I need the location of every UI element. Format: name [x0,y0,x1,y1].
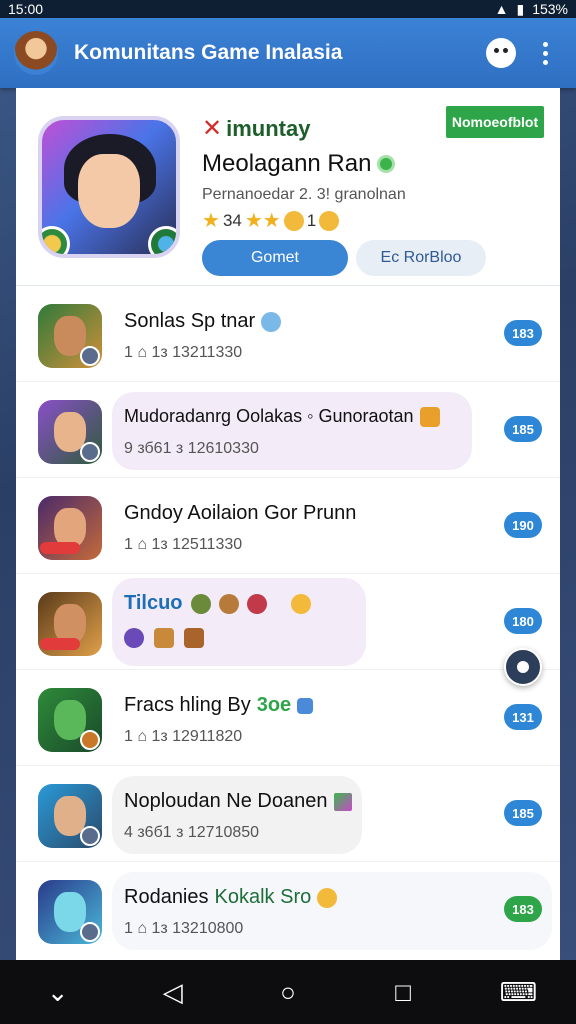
profile-stat-value: 34 [222,210,242,230]
item-title: Rodanies Kokalk Sro [124,886,338,909]
gem-icon [246,593,267,614]
group-avatar [38,304,102,368]
status-icons: ▲ ▮ 153% [495,1,568,18]
gift-icon [419,406,440,427]
badge-icon [80,922,100,942]
list-item[interactable]: Tilcuo 180 [16,574,560,670]
profile-tag-label: imuntay [226,115,311,141]
system-nav-bar: ⌄ ◁ ○ □ ⌨ [0,960,576,1024]
item-meta: 4 з6б1 з 12710850 [124,824,260,841]
profile-name: Meolagann Ran [202,150,396,178]
item-meta: 1 ⌂ 1з 13210800 [124,920,244,937]
item-meta: 1 ⌂ 1з 12511330 [124,536,243,553]
app-avatar[interactable] [14,31,58,75]
badge-icon [80,346,100,366]
battery-level: 153% [532,1,568,17]
badge-icon [80,730,100,750]
list-item[interactable]: Noploudan Ne Doanen 4 з6б1 з 12710850 18… [16,766,560,862]
unread-badge: 180 [504,608,542,634]
more-menu-button[interactable] [528,36,562,70]
item-meta: 9 зб61 з 12610330 [124,440,259,457]
unread-badge: 185 [504,800,542,826]
ghost-button[interactable] [484,36,518,70]
profile-action-button[interactable]: Nomoeofblot [446,106,544,138]
item-title: Tilcuo [124,592,311,615]
app-bar: Komunitans Game Inalasia [0,18,576,88]
list-item[interactable]: Sonlas Sp tnar 1 ⌂ 1з 13211330 183 [16,286,560,382]
profile-stats: ★ 34 ★★ 1 [202,208,340,233]
wrench-icon [261,311,282,332]
profile-tag: ✕ imuntay [202,114,310,143]
item-title: Mudoradanrg Oolakas ◦ Gunoraotan [124,406,440,427]
signal-icon: ▲ [494,1,509,17]
list-item[interactable]: Fracs hling By 3oe 1 ⌂ 1з 12911820 131 [16,670,560,766]
group-avatar [38,784,102,848]
list-item[interactable]: Mudoradanrg Oolakas ◦ Gunoraotan 9 зб61 … [16,382,560,478]
item-title: Sonlas Sp tnar [124,310,282,333]
group-avatar [38,592,102,656]
star-icon: ★★ [244,210,281,232]
battery-icon: ▮ [516,0,525,17]
online-status-icon [377,155,396,173]
rank-badge-icon [42,226,70,254]
pencil-icon [297,697,314,714]
chevron-down-icon[interactable]: ⌄ [34,968,82,1016]
app-title: Komunitans Game Inalasia [74,41,343,64]
group-avatar [38,496,102,560]
star-icon: ★ [202,210,220,232]
item-title: Noploudan Ne Doanen [124,790,352,813]
group-list: Sonlas Sp tnar 1 ⌂ 1з 13211330 183 Mudor… [16,286,560,958]
unread-badge: 131 [504,704,542,730]
list-item[interactable]: Rodanies Kokalk Sro 1 ⌂ 1з 13210800 183 [16,862,560,958]
scroll-icon [154,628,174,648]
list-item[interactable]: Gndoy Aoilaion Gor Prunn 1 ⌂ 1з 12511330… [16,478,560,574]
coin-icon [218,593,239,614]
home-icon[interactable]: ○ [264,968,312,1016]
profile-card: ✕ imuntay Nomoeofblot Meolagann Ran Pern… [16,88,560,286]
flag-icon [333,792,352,811]
unread-badge: 183 [504,320,542,346]
smile-icon [283,210,304,231]
status-tag [40,638,80,650]
profile-stat-value-2: 1 [306,210,317,230]
heart-eyes-icon [290,593,311,614]
shell-icon [190,593,211,614]
item-title: Gndoy Aoilaion Gor Prunn [124,502,357,524]
main-panel: ✕ imuntay Nomoeofblot Meolagann Ran Pern… [16,88,560,960]
smile-icon [317,887,338,908]
more-vert-icon [542,41,548,65]
status-time: 15:00 [8,1,44,17]
unread-badge: 185 [504,416,542,442]
recents-icon[interactable]: □ [379,968,427,1016]
orb-icon [124,628,144,648]
profile-avatar[interactable] [38,116,180,258]
primary-button[interactable]: Gomet [202,240,348,276]
scroll-fab-button[interactable] [504,648,542,686]
group-avatar [38,688,102,752]
group-avatar [38,880,102,944]
back-icon[interactable]: ◁ [149,968,197,1016]
x-icon: ✕ [202,115,223,142]
badge-icon [80,442,100,462]
badge-icon [80,826,100,846]
keyboard-icon[interactable]: ⌨ [494,968,542,1016]
item-title: Fracs hling By 3oe [124,694,314,717]
chest-icon [184,628,204,648]
unread-badge: 183 [504,896,542,922]
secondary-button[interactable]: Ec RorBloo [356,240,486,276]
smile-icon [319,210,340,231]
profile-subtitle: Pernanoedar 2. 3! granolnan [202,186,406,203]
status-tag [40,542,80,554]
unread-badge: 190 [504,512,542,538]
group-avatar [38,400,102,464]
profile-name-text: Meolagann Ran [202,150,372,177]
item-meta: 1 ⌂ 1з 13211330 [124,344,243,361]
status-bar: 15:00 ▲ ▮ 153% [0,0,576,18]
play-badge-icon [148,226,176,254]
item-emojis [124,628,204,648]
ghost-icon [486,38,516,68]
item-meta: 1 ⌂ 1з 12911820 [124,728,243,745]
